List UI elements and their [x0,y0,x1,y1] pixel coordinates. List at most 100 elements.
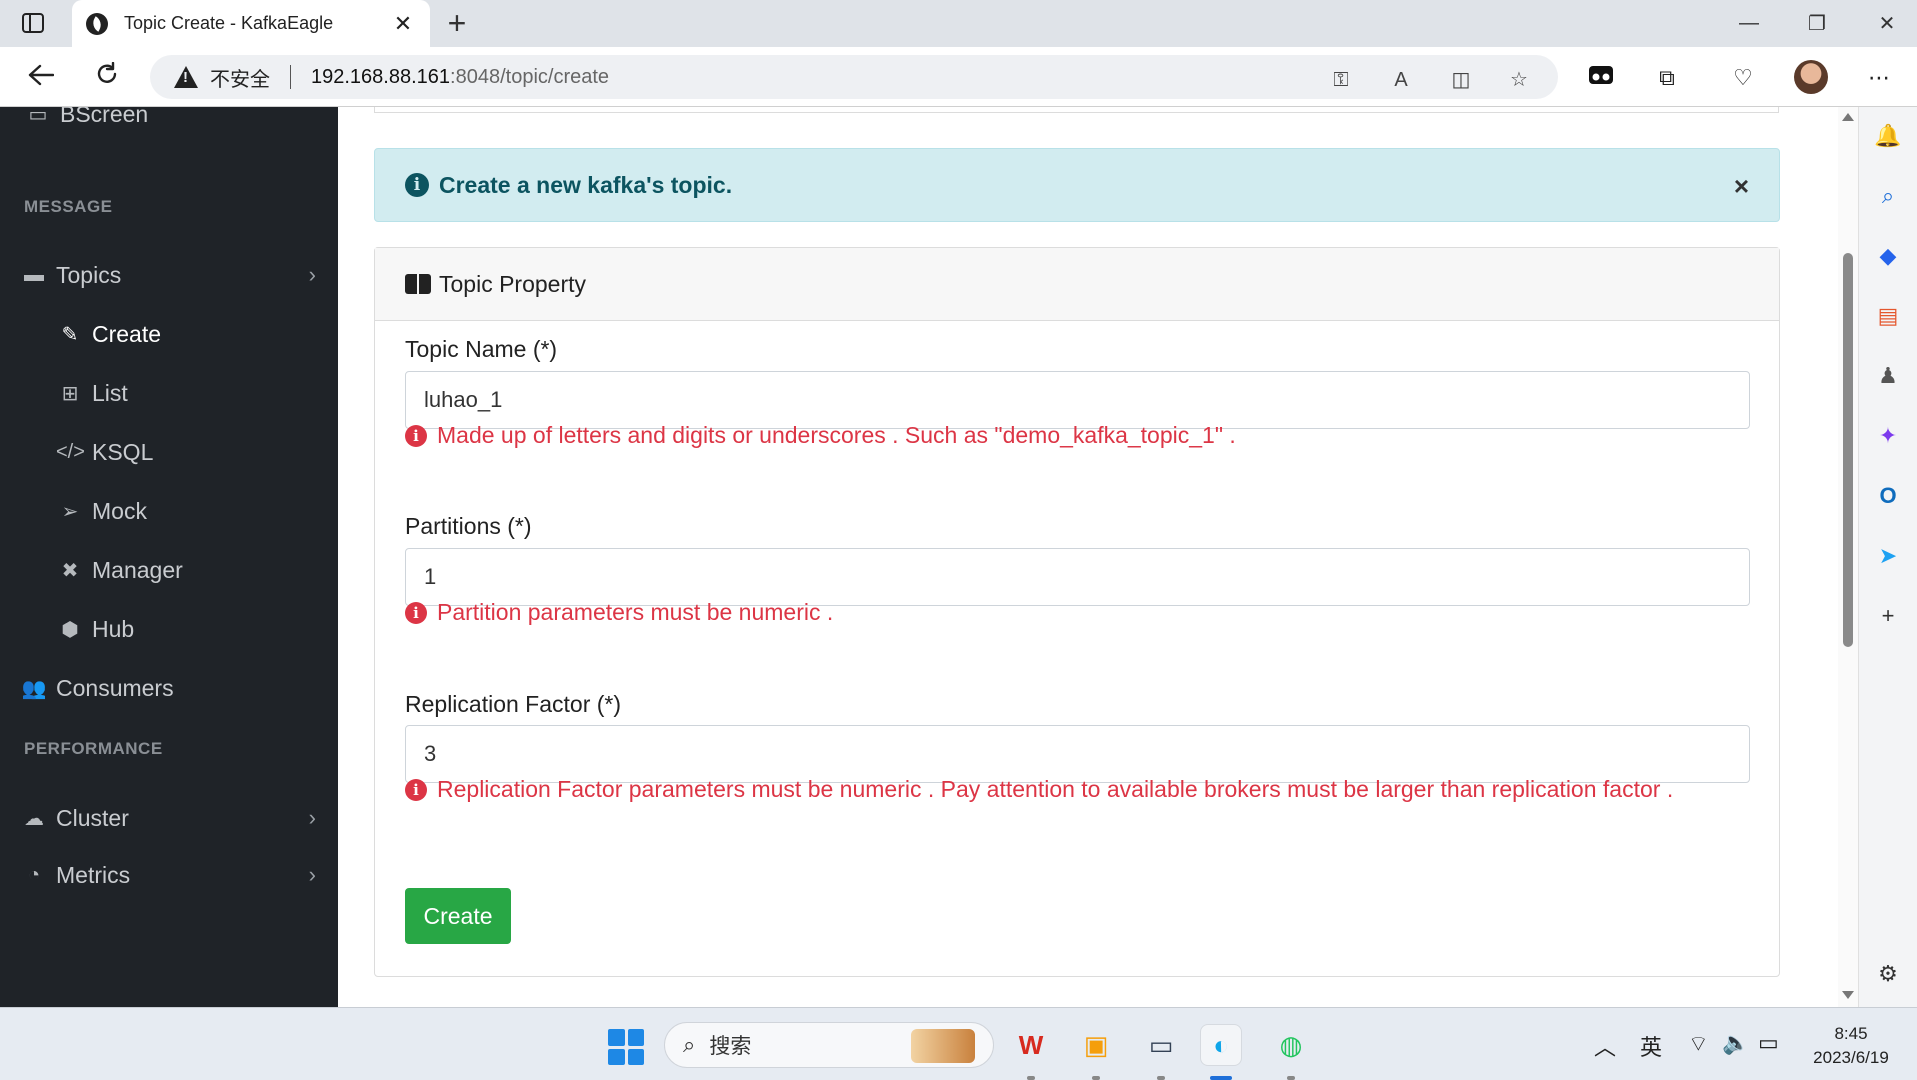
sidebar-item-label: Manager [92,556,183,583]
favorite-star-icon[interactable]: ☆ [1506,67,1532,93]
browser-extension-icon[interactable] [1586,63,1616,93]
url-host: 192.168.88.161 [311,65,451,88]
remote-desktop-icon[interactable]: ▭ [1140,1024,1182,1066]
table-icon: ⊞ [61,382,79,405]
main-content: i Create a new kafka's topic. × Topic Pr… [338,107,1838,1007]
running-indicator [1027,1076,1035,1080]
tag-icon[interactable]: ◆ [1873,241,1903,271]
copilot-icon[interactable]: ✦ [1873,421,1903,451]
sidebar-section-performance: PERFORMANCE [24,739,163,758]
tools-icon: ✖ [61,559,79,582]
windows-taskbar: ⌕ 搜索 W ▣ ▭ ◐ ◍ ︿ 英 ⌔ 🔈 ▭ 8:45 2023/6/19 [0,1007,1917,1080]
replication-factor-label: Replication Factor (*) [405,691,622,717]
sidebar-item-cluster[interactable]: ☁ Cluster › [0,793,338,843]
wechat-icon[interactable]: ◍ [1270,1024,1312,1066]
address-bar[interactable]: 不安全 192.168.88.161:8048/topic/create ⚿ A… [150,55,1558,99]
taskbar-search-label: 搜索 [709,1035,752,1058]
cube-icon: ⬢ [61,618,79,641]
card-header: Topic Property [375,248,1779,321]
sidebar-item-list[interactable]: ⊞ List [0,368,338,418]
sidebar-item-mock[interactable]: ➢ Mock [0,486,338,536]
alert-close-button[interactable]: × [1734,171,1749,202]
add-icon[interactable]: + [1873,601,1903,631]
tab-actions-icon[interactable] [18,10,48,36]
wifi-icon[interactable]: ⌔ [1688,1030,1709,1058]
sidebar-item-create[interactable]: ✎ Create [0,309,338,359]
games-icon[interactable]: ♟ [1873,361,1903,391]
app-orange-icon[interactable]: ▣ [1075,1024,1117,1066]
scroll-up-arrow-icon[interactable] [1842,113,1854,121]
battery-icon[interactable]: ▭ [1758,1030,1779,1056]
monitor-icon: ▭ [28,107,48,126]
sidebar-item-bscreen[interactable]: ▭ BScreen [0,107,338,139]
warning-icon [174,66,198,88]
taskbar-clock[interactable]: 8:45 2023/6/19 [1796,1022,1906,1070]
sidebar-item-consumers[interactable]: 👥 Consumers [0,663,338,713]
search-icon: ⌕ [683,1032,696,1057]
page-scrollbar[interactable] [1838,107,1858,1007]
toolbox-icon[interactable]: ▤ [1873,301,1903,331]
taskbar-search[interactable]: ⌕ 搜索 [664,1022,994,1068]
send-icon[interactable]: ➤ [1873,541,1903,571]
browser-essentials-icon[interactable]: ♡ [1728,63,1758,93]
previous-card-edge [374,107,1779,113]
new-tab-button[interactable]: + [440,6,474,40]
topic-property-card: Topic Property Topic Name (*) i Made up … [374,247,1780,977]
refresh-button[interactable] [88,59,126,95]
sidebar-item-hub[interactable]: ⬢ Hub [0,604,338,654]
create-button[interactable]: Create [405,888,511,944]
sidebar-item-topics[interactable]: ▬ Topics › [0,250,338,300]
browser-tab-active[interactable]: Topic Create - KafkaEagle ✕ [72,0,430,47]
outlook-icon[interactable]: O [1873,481,1903,511]
scroll-down-arrow-icon[interactable] [1842,991,1854,999]
card-title: Topic Property [439,270,587,297]
clock-date: 2023/6/19 [1813,1048,1889,1067]
sidebar-item-label: Cluster [56,804,129,831]
read-aloud-icon[interactable]: A [1388,67,1414,93]
sidebar-item-label: KSQL [92,438,154,465]
sidebar-item-label: Mock [92,497,147,524]
windows-start-icon[interactable] [608,1029,644,1065]
chevron-right-icon: › [308,805,316,830]
sidebar-item-label: Consumers [56,674,174,701]
sidebar-item-label: BScreen [60,107,149,127]
restore-button[interactable]: ❐ [1782,0,1852,47]
sidebar-item-label: Create [92,320,162,347]
profile-avatar[interactable] [1794,60,1828,94]
sidebar-item-ksql[interactable]: </> KSQL [0,427,338,477]
partitions-help: i Partition parameters must be numeric . [405,599,833,626]
key-icon[interactable]: ⚿ [1328,67,1354,93]
info-alert: i Create a new kafka's topic. × [374,148,1780,222]
sidebar-item-metrics[interactable]: ◔ Metrics › [0,850,338,900]
volume-icon[interactable]: 🔈 [1722,1030,1749,1056]
tab-close-icon[interactable]: ✕ [390,11,416,37]
notification-bell-icon[interactable]: 🔔 [1873,121,1903,151]
topic-name-label: Topic Name (*) [405,336,558,362]
running-indicator [1287,1076,1295,1080]
chart-icon: ◔ [27,863,41,886]
chevron-right-icon: › [308,262,316,287]
back-button[interactable] [22,59,60,95]
window-close-button[interactable]: ✕ [1852,0,1917,47]
alert-message: Create a new kafka's topic. [439,171,733,198]
app-sidebar: ▭ BScreen MESSAGE ▬ Topics › ✎ Create ⊞ … [0,107,338,1007]
edge-side-panel: 🔔 ⌕ ◆ ▤ ♟ ✦ O ➤ + ⚙ [1858,107,1917,1007]
more-menu-icon[interactable]: ⋯ [1864,63,1894,93]
wps-office-icon[interactable]: W [1010,1024,1052,1066]
edge-browser-icon[interactable]: ◐ [1200,1024,1242,1066]
search-icon[interactable]: ⌕ [1873,181,1903,211]
ime-indicator[interactable]: 英 [1640,1030,1662,1062]
tray-chevron-up-icon[interactable]: ︿ [1594,1030,1616,1062]
replication-factor-input[interactable] [405,725,1750,783]
sidebar-item-manager[interactable]: ✖ Manager [0,545,338,595]
address-separator [290,65,291,89]
minimize-button[interactable]: — [1714,0,1784,47]
split-screen-icon[interactable]: ◫ [1448,67,1474,93]
partitions-input[interactable] [405,548,1750,606]
error-circle-icon: i [405,424,427,447]
scrollbar-thumb[interactable] [1843,253,1853,647]
topic-name-input[interactable] [405,371,1750,429]
extensions-puzzle-icon[interactable]: ⧉ [1652,63,1682,93]
code-icon: </> [56,440,85,463]
settings-gear-icon[interactable]: ⚙ [1873,959,1903,989]
